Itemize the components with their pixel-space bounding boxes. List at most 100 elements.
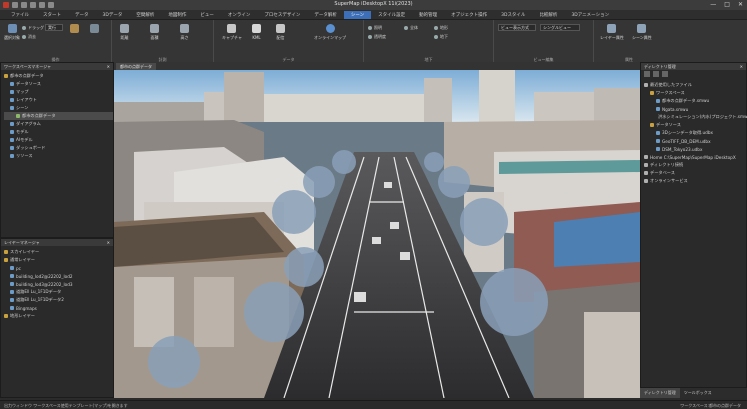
- tree-item[interactable]: building_lod3@22202_lod3: [4, 280, 113, 288]
- maximize-button[interactable]: □: [724, 1, 730, 8]
- stream-icon: [276, 24, 285, 33]
- view-mode-select[interactable]: ビュー表示方式: [498, 24, 536, 31]
- tree-item[interactable]: DSM_Tokyo23.udbx: [644, 145, 746, 153]
- tree-item[interactable]: レイアウト: [4, 96, 113, 104]
- menu-tab[interactable]: ビュー: [193, 11, 221, 19]
- layer-attr-button[interactable]: レイヤー属性: [600, 24, 624, 41]
- tree-node-icon: [10, 106, 14, 110]
- menu-tab[interactable]: プロセスデザイン: [257, 11, 307, 19]
- menu-tab[interactable]: 地図制作: [161, 11, 193, 19]
- menu-tab[interactable]: 3Dスタイル: [494, 11, 532, 19]
- tree-node-icon: [10, 98, 14, 102]
- menu-tab[interactable]: オンライン: [221, 11, 258, 19]
- refresh-icon[interactable]: [662, 71, 668, 77]
- tree-item[interactable]: Home C:\SuperMap\SuperMap iDesktopX: [644, 153, 746, 161]
- tree-item[interactable]: pc: [4, 264, 113, 272]
- tree-item[interactable]: 洪水シミュレーション(内水)プロジェクト.smwu: [644, 113, 747, 121]
- tree-item[interactable]: データソース: [4, 80, 113, 88]
- tree-item[interactable]: リソース: [4, 152, 113, 160]
- lighting-option[interactable]: 照明: [368, 25, 382, 31]
- area-button[interactable]: 面積: [150, 24, 159, 41]
- transparency-option[interactable]: 透明度: [368, 34, 386, 40]
- fog-option[interactable]: 全体: [404, 25, 418, 31]
- stream-button[interactable]: 配信: [276, 24, 285, 41]
- minimize-button[interactable]: —: [710, 1, 716, 8]
- clear-button[interactable]: 消去: [22, 34, 36, 40]
- menu-tab[interactable]: ファイル: [4, 11, 36, 19]
- tree-item[interactable]: 都市の点群データ: [4, 72, 113, 80]
- layer-attr-icon: [607, 24, 617, 33]
- tree-item[interactable]: Bingmaps: [4, 304, 113, 312]
- tree-item[interactable]: 都市の点群データ: [4, 112, 113, 120]
- tree-node-icon: [10, 306, 14, 310]
- menu-tab[interactable]: シーン: [343, 11, 372, 19]
- tree-node-icon: [644, 171, 648, 175]
- height-button[interactable]: 高さ: [180, 24, 189, 41]
- tree-item[interactable]: ディレクトリ接続: [644, 161, 746, 169]
- tree-item[interactable]: マップ: [4, 88, 113, 96]
- underground-option[interactable]: 地下: [434, 34, 448, 40]
- drag-button[interactable]: ドラッグ: [22, 25, 44, 31]
- tree-item[interactable]: GeoTIFF_DB_DEM.udbx: [644, 137, 746, 145]
- menu-tab[interactable]: 空間解析: [129, 11, 161, 19]
- scene-tab[interactable]: 都市の点群データ: [116, 63, 156, 70]
- distance-button[interactable]: 距離: [120, 24, 129, 41]
- close-button[interactable]: ✕: [738, 1, 743, 8]
- tree-item-label: pc: [16, 265, 21, 271]
- single-view-select[interactable]: シングルビュー: [540, 24, 580, 31]
- tree-item[interactable]: シーン: [4, 104, 113, 112]
- panel-close-icon[interactable]: ✕: [107, 239, 110, 246]
- window-title: SuperMap iDesktopX 11i(2023): [334, 1, 413, 7]
- tree-item[interactable]: オンラインサービス: [644, 177, 746, 185]
- menu-tab[interactable]: 3Dアニメーション: [564, 11, 616, 19]
- tree-item[interactable]: building_lod2@22202_lod2: [4, 272, 113, 280]
- forward-icon[interactable]: [653, 71, 659, 77]
- tree-item-label: building_lod2@22202_lod2: [16, 273, 73, 279]
- tree-item[interactable]: ワークスペース: [644, 89, 746, 97]
- scene-attr-button[interactable]: シーン属性: [632, 24, 652, 41]
- select-button[interactable]: 選択対象: [4, 24, 20, 41]
- menu-tab[interactable]: オブジェクト操作: [444, 11, 494, 19]
- point-cloud-scene[interactable]: [114, 62, 640, 398]
- panel-close-icon[interactable]: ✕: [107, 63, 110, 70]
- kml-button[interactable]: KML: [252, 24, 261, 40]
- tree-node-icon: [4, 250, 8, 254]
- right-panel-tab[interactable]: ディレクトリ管理: [640, 388, 680, 398]
- tree-item[interactable]: 3Dシーンデータ取得.udbx: [644, 129, 746, 137]
- capture-button[interactable]: キャプチャ: [222, 24, 242, 41]
- tree-item[interactable]: 通常レイヤー: [4, 256, 113, 264]
- menu-tab[interactable]: 3Dデータ: [96, 11, 130, 19]
- globe-icon: [325, 24, 335, 33]
- tree-item[interactable]: AIモデル: [4, 136, 113, 144]
- menu-tab[interactable]: データ解析: [307, 11, 344, 19]
- tree-item[interactable]: Ngata.smwu: [644, 105, 746, 113]
- tree-item[interactable]: 最近使用したファイル: [644, 81, 746, 89]
- back-icon[interactable]: [644, 71, 650, 77]
- terrain-option[interactable]: 地形: [434, 25, 448, 31]
- menu-tab[interactable]: 比較解析: [532, 11, 564, 19]
- tree-item[interactable]: 地形レイヤー: [4, 312, 113, 320]
- mode-select[interactable]: 実行: [45, 24, 63, 31]
- tree-item-label: オンラインサービス: [650, 178, 688, 183]
- online-map-button[interactable]: オンラインマップ: [314, 24, 346, 41]
- tree-item[interactable]: モデル: [4, 128, 113, 136]
- tree-item[interactable]: 都市の点群データ.smwu: [644, 97, 746, 105]
- tree-item-label: Home C:\SuperMap\SuperMap iDesktopX: [650, 154, 736, 160]
- scene-tool-button[interactable]: [70, 24, 79, 35]
- panel-close-icon[interactable]: ✕: [740, 63, 743, 70]
- tree-item[interactable]: スカイレイヤー: [4, 248, 113, 256]
- tree-item[interactable]: データソース: [644, 121, 746, 129]
- menu-tab[interactable]: データ: [68, 11, 96, 19]
- menu-tab[interactable]: スタート: [36, 11, 68, 19]
- tree-item[interactable]: 道路Ell Lu_1F1Dデータ: [4, 288, 113, 296]
- tree-item[interactable]: ダイアグラム: [4, 120, 113, 128]
- menu-tab[interactable]: 動的管理: [412, 11, 444, 19]
- tree-item[interactable]: 道路Ell Lu_1F1Dデータ2: [4, 296, 113, 304]
- right-panel-tab[interactable]: ツールボックス: [680, 388, 716, 398]
- tree-node-icon: [650, 123, 654, 127]
- tree-item[interactable]: ダッシュボード: [4, 144, 113, 152]
- layer-tool-button[interactable]: [90, 24, 99, 35]
- tree-item[interactable]: データベース: [644, 169, 746, 177]
- menu-tab[interactable]: スタイル設定: [371, 11, 412, 19]
- scene-viewport[interactable]: [114, 62, 640, 398]
